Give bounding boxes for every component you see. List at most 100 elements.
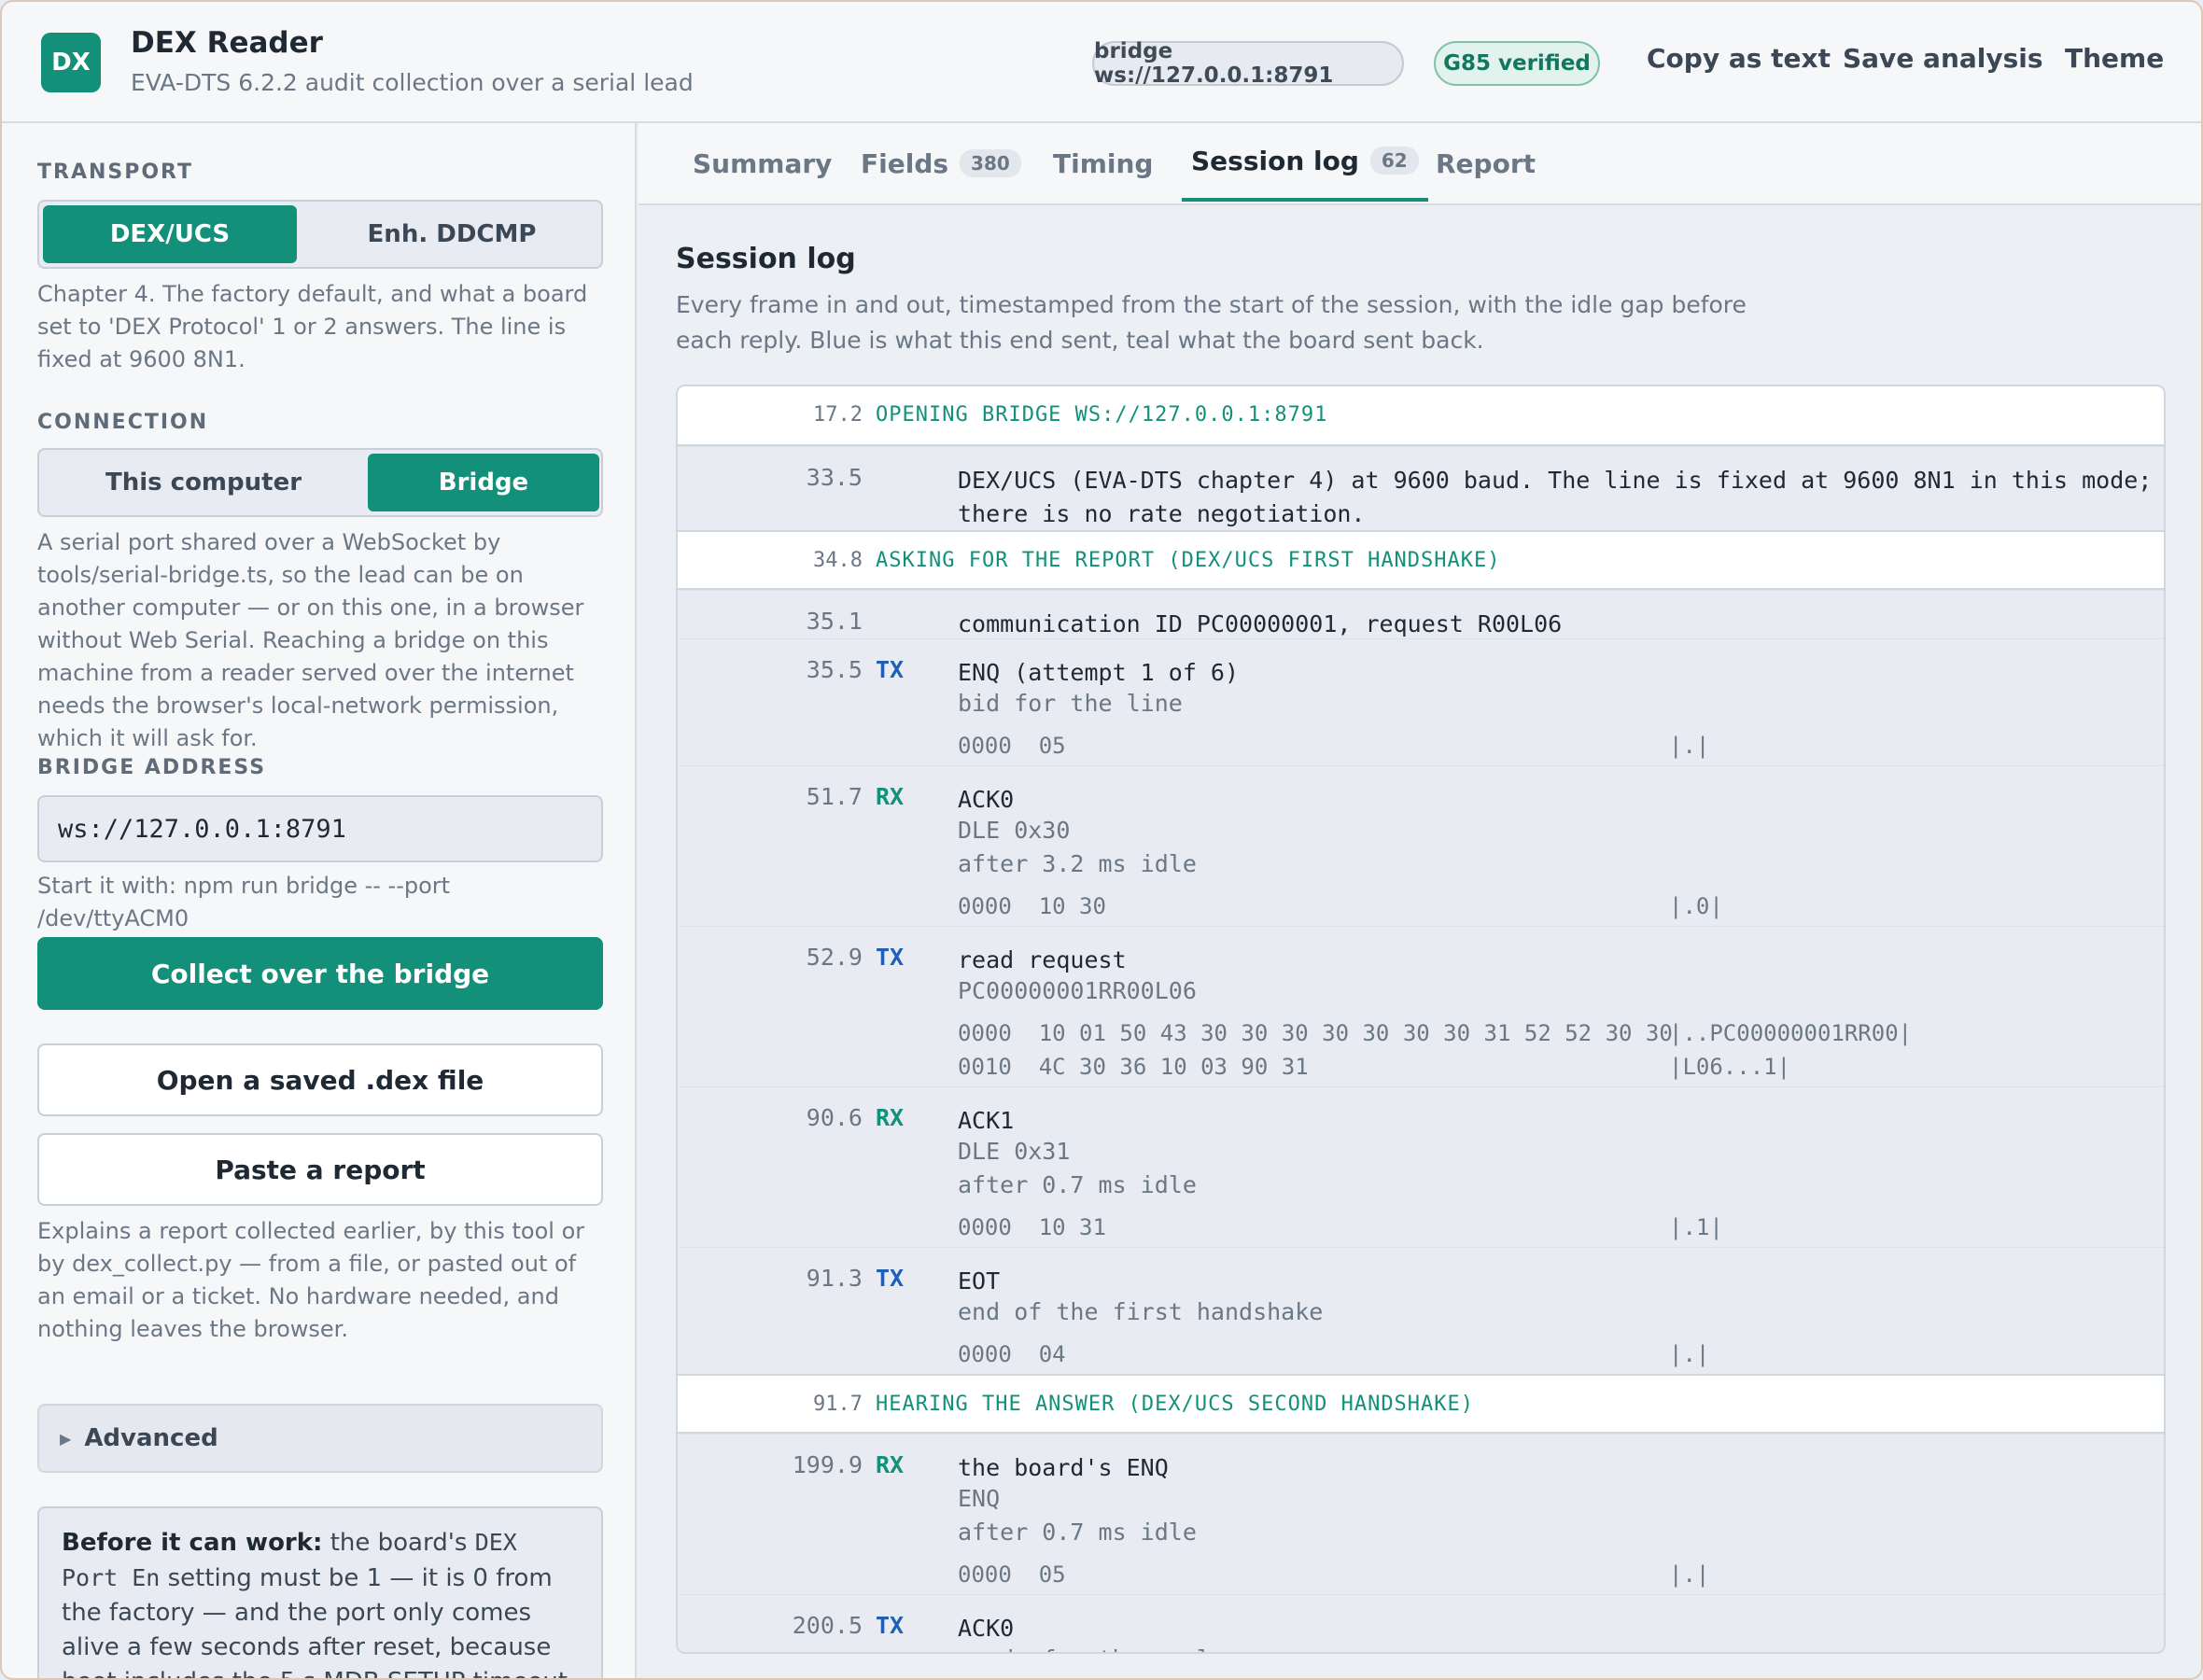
connection-option-this-computer[interactable]: This computer [43,454,364,511]
log-time: 33.5 [806,464,863,491]
log-hex: 0000 05 [958,733,1066,759]
connection-label: CONNECTION [37,411,209,434]
log-row: 35.1 communication ID PC00000001, reques… [678,590,2164,638]
log-time: 200.5 [792,1612,863,1639]
log-hex: 0000 04 [958,1341,1066,1367]
log-detail: end of the first handshake [958,1298,1324,1325]
log-ascii: |.1| [1669,1214,1723,1240]
log-idle-gap: after 0.7 ms idle [958,1171,1197,1198]
log-ascii: |L06...1| [1669,1054,1791,1080]
transport-option-dex-ucs[interactable]: DEX/UCS [43,205,297,263]
log-direction-tx: TX [876,1265,905,1292]
log-message: ACK1 [958,1107,1015,1134]
collect-over-bridge-button[interactable]: Collect over the bridge [37,937,603,1010]
log-time: 34.8 [813,549,863,572]
log-message: the board's ENQ [958,1454,1169,1481]
log-row: 51.7 RX ACK0 DLE 0x30 after 3.2 ms idle … [678,765,2164,926]
log-message: read request [958,946,1127,973]
save-analysis-button[interactable]: Save analysis [1843,43,2043,74]
log-section-title: HEARING THE ANSWER (DEX/UCS SECOND HANDS… [876,1393,1475,1416]
note-heading: Before it can work: [62,1529,323,1557]
app-subtitle: EVA-DTS 6.2.2 audit collection over a se… [131,69,694,96]
before-it-can-work-note: Before it can work: the board's DEX Port… [37,1506,603,1678]
open-saved-dex-button[interactable]: Open a saved .dex file [37,1043,603,1116]
log-direction-tx: TX [876,944,905,971]
log-detail: DLE 0x31 [958,1138,1071,1165]
log-message: there is no rate negotiation. [958,500,1366,527]
bridge-address-input[interactable]: ws://127.0.0.1:8791 [37,795,603,862]
log-direction-tx: TX [876,656,905,683]
session-log-count-badge: 62 [1369,147,1419,175]
log-hex: 0010 4C 30 36 10 03 90 31 [958,1054,1309,1080]
log-message: EOT [958,1267,1001,1295]
transport-option-enh-ddcmp[interactable]: Enh. DDCMP [304,205,599,263]
log-idle-gap: after 0.7 ms idle [958,1519,1197,1546]
log-row: 91.3 TX EOT end of the first handshake 0… [678,1247,2164,1374]
log-section-title: OPENING BRIDGE WS://127.0.0.1:8791 [876,403,1328,427]
page-description: Every frame in and out, timestamped from… [676,291,1747,354]
log-time: 90.6 [806,1104,863,1131]
log-row: 35.5 TX ENQ (attempt 1 of 6) bid for the… [678,638,2164,765]
log-detail: bid for the line [958,690,1183,717]
log-hex: 0000 10 30 [958,893,1106,919]
log-ascii: |..PC00000001RR00| [1669,1020,1913,1046]
transport-selector: DEX/UCS Enh. DDCMP [37,200,603,269]
bridge-address-label: BRIDGE ADDRESS [37,756,267,779]
log-time: 199.9 [792,1451,863,1478]
log-detail: DLE 0x30 [958,817,1071,844]
log-hex: 0000 10 01 50 43 30 30 30 30 30 30 30 31… [958,1020,1673,1046]
log-message: DEX/UCS (EVA-DTS chapter 4) at 9600 baud… [958,467,2153,494]
log-time: 91.7 [813,1393,863,1416]
log-section-row: 34.8 ASKING FOR THE REPORT (DEX/UCS FIRS… [678,530,2164,590]
log-message: ACK0 [958,786,1015,813]
verified-status-badge: G85 verified [1434,41,1600,86]
theme-button[interactable]: Theme [2065,43,2164,74]
log-time: 91.3 [806,1265,863,1292]
log-section-title: ASKING FOR THE REPORT (DEX/UCS FIRST HAN… [876,549,1501,572]
log-message: communication ID PC00000001, request R00… [958,610,1563,637]
log-ascii: |.0| [1669,893,1723,919]
log-time: 35.5 [806,656,863,683]
advanced-label: Advanced [84,1424,218,1452]
triangle-right-icon: ▶ [60,1429,72,1448]
log-idle-gap: after 3.2 ms idle [958,850,1197,877]
log-row: 90.6 RX ACK1 DLE 0x31 after 0.7 ms idle … [678,1086,2164,1247]
app-window: DX DEX Reader EVA-DTS 6.2.2 audit collec… [0,0,2203,1680]
note-text-a: the board's [322,1529,475,1557]
log-message: ACK0 [958,1615,1015,1642]
transport-label: TRANSPORT [37,161,194,184]
log-ascii: |.| [1669,1341,1710,1367]
session-log-list: 17.2 OPENING BRIDGE WS://127.0.0.1:8791 … [676,385,2166,1654]
log-row: 200.5 TX ACK0 ready for the reply [678,1594,2164,1652]
log-ascii: |.| [1669,733,1710,759]
log-row: 52.9 TX read request PC00000001RR00L06 0… [678,926,2164,1086]
tab-summary[interactable]: Summary [693,123,832,203]
transport-help-text: Chapter 4. The factory default, and what… [37,281,588,372]
tab-report[interactable]: Report [1436,123,1536,203]
connection-selector: This computer Bridge [37,448,603,517]
tab-timing[interactable]: Timing [1053,123,1153,203]
tab-fields[interactable]: Fields 380 [861,123,1021,203]
tab-bar: Summary Fields 380 Timing Session log 62 R… [638,123,2201,205]
log-detail: ready for the reply [958,1645,1225,1652]
log-direction-tx: TX [876,1612,905,1639]
log-time: 52.9 [806,944,863,971]
connection-option-bridge[interactable]: Bridge [368,454,599,511]
log-detail: PC00000001RR00L06 [958,977,1197,1004]
log-row: 199.9 RX the board's ENQ ENQ after 0.7 m… [678,1434,2164,1594]
log-section-row: 91.7 HEARING THE ANSWER (DEX/UCS SECOND … [678,1374,2164,1434]
app-logo: DX [41,33,101,92]
log-time: 17.2 [813,403,863,427]
log-hex: 0000 05 [958,1561,1066,1588]
bridge-start-hint: Start it with: npm run bridge -- --port … [37,873,451,931]
log-section-row: 17.2 OPENING BRIDGE WS://127.0.0.1:8791 [678,386,2164,446]
page-title: Session log [676,243,856,275]
copy-as-text-button[interactable]: Copy as text [1647,43,1831,74]
bridge-status-badge: bridge ws://127.0.0.1:8791 [1092,39,1404,88]
advanced-toggle[interactable]: ▶ Advanced [37,1404,603,1473]
app-header: DX DEX Reader EVA-DTS 6.2.2 audit collec… [2,2,2201,123]
tab-session-log[interactable]: Session log 62 [1182,123,1428,202]
paste-report-button[interactable]: Paste a report [37,1133,603,1206]
log-message: ENQ (attempt 1 of 6) [958,659,1240,686]
log-direction-rx: RX [876,1104,905,1131]
